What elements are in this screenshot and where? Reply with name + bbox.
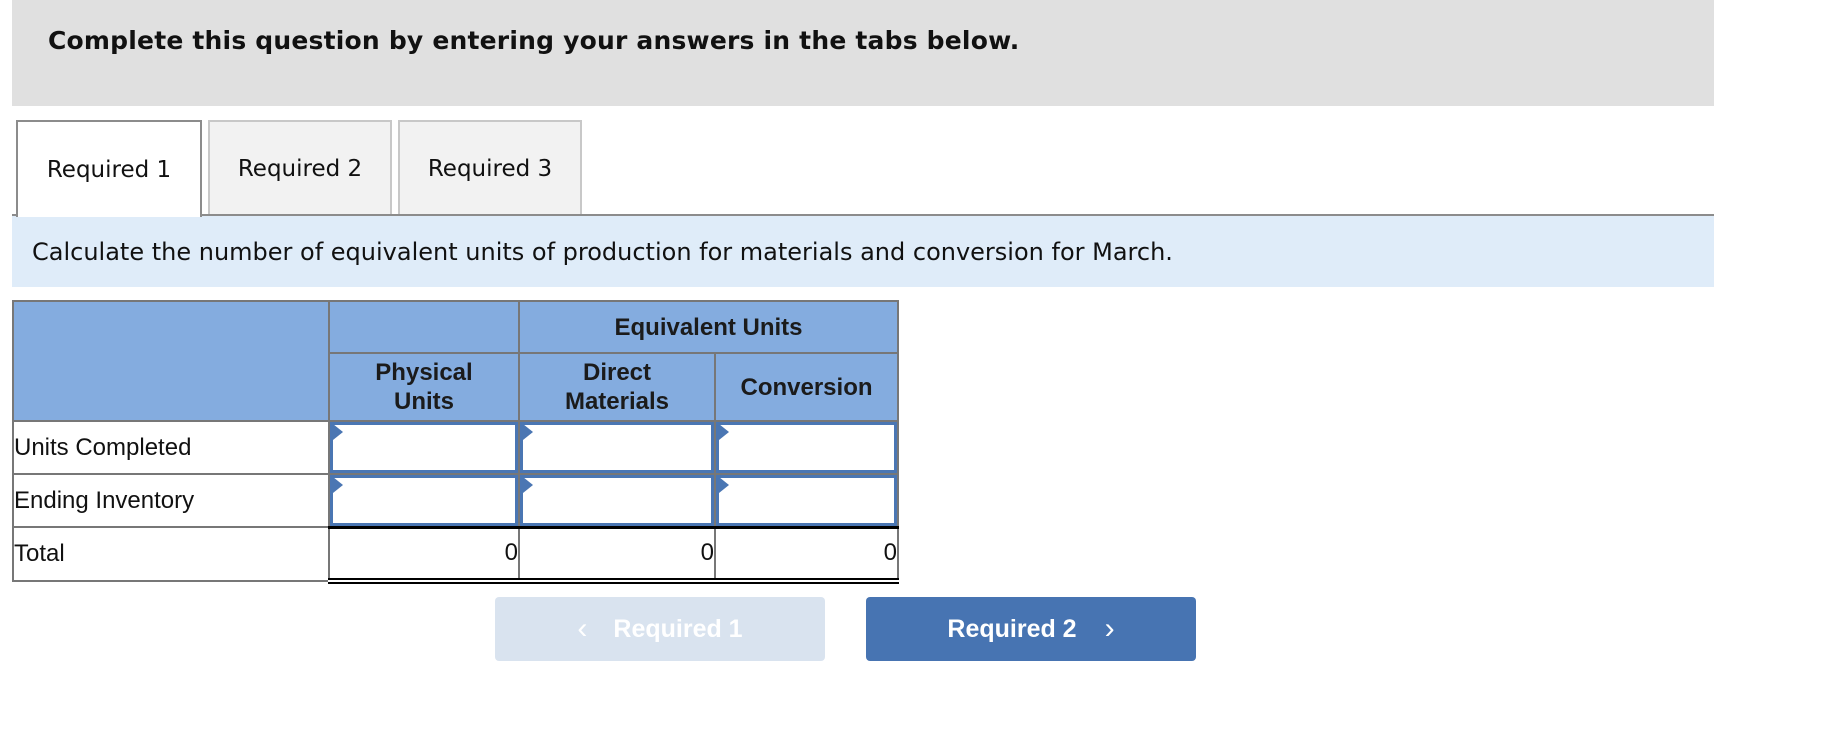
input-flag-icon [523,477,533,493]
total-direct-materials: 0 [518,525,716,584]
row-label: Units Completed [12,420,330,475]
input-flag-icon [719,424,729,440]
next-button-label: Required 2 [947,614,1077,643]
tab-required-1[interactable]: Required 1 [16,120,202,217]
previous-button-label: Required 1 [613,614,743,643]
tab-label: Required 2 [237,155,363,182]
question-prompt: Calculate the number of equivalent units… [12,216,1714,287]
row-label: Ending Inventory [12,473,330,528]
conversion-header: Conversion [714,352,899,422]
equivalent-units-header: Equivalent Units [518,300,899,354]
tab-required-2[interactable]: Required 2 [208,120,392,215]
tab-required-3[interactable]: Required 3 [398,120,582,215]
input-flag-icon [333,477,343,493]
input-flag-icon [333,424,343,440]
next-required-button[interactable]: Required 2 › [866,597,1196,661]
total-conversion: 0 [714,525,899,584]
chevron-left-icon: ‹ [577,612,588,645]
units-completed-conversion-input[interactable] [719,425,894,470]
prompt-text: Calculate the number of equivalent units… [32,238,1173,266]
ending-inventory-materials-input[interactable] [523,478,711,523]
tab-divider [12,214,1714,216]
table-row-total: Total 0 0 0 [12,525,899,584]
row-label: Total [12,526,330,582]
table-row-ending-inventory: Ending Inventory [12,473,899,528]
total-physical-units: 0 [328,525,520,584]
instructions-banner: Complete this question by entering your … [12,0,1714,106]
chevron-right-icon: › [1104,612,1115,645]
ending-inventory-physical-input[interactable] [333,478,515,523]
table-row-units-completed: Units Completed [12,420,899,475]
tab-label: Required 3 [427,155,553,182]
previous-required-button[interactable]: ‹ Required 1 [495,597,825,661]
physical-units-header: Physical Units [328,352,520,422]
input-flag-icon [719,477,729,493]
tab-bar: Required 1 Required 2 Required 3 [16,120,588,217]
ending-inventory-conversion-input[interactable] [719,478,894,523]
instructions-text: Complete this question by entering your … [48,26,1020,55]
units-completed-physical-input[interactable] [333,425,515,470]
physical-units-spacer-header [328,300,520,354]
units-completed-materials-input[interactable] [523,425,711,470]
equivalent-units-table: Equivalent Units Physical Units Direct Mat… [12,300,899,584]
input-flag-icon [523,424,533,440]
direct-materials-header: Direct Materials [518,352,716,422]
tab-label: Required 1 [46,156,172,183]
row-label-header [12,300,330,422]
